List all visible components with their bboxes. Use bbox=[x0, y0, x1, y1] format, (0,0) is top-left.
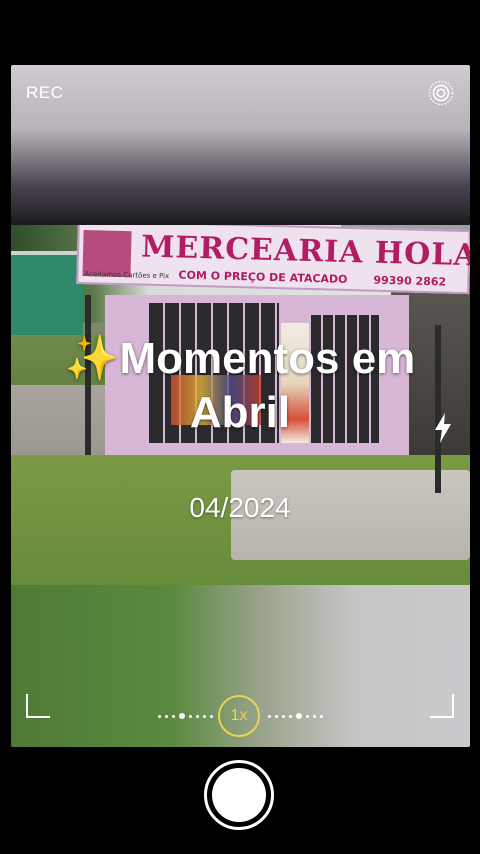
sparkles-icon: ✨ bbox=[64, 333, 120, 384]
overlay-title-line1: ✨Momentos em bbox=[0, 332, 480, 386]
shop-sign-phone: 99390 2862 bbox=[373, 273, 447, 289]
zoom-dial-right[interactable] bbox=[268, 713, 323, 719]
overlay-title-text1: Momentos em bbox=[119, 334, 416, 383]
shutter-button[interactable] bbox=[204, 760, 274, 830]
overlay-date: 04/2024 bbox=[189, 492, 291, 523]
frame-corner-bottom-right bbox=[430, 694, 454, 718]
scene-green-house bbox=[11, 255, 83, 337]
scene-blur-top bbox=[11, 65, 470, 225]
shop-sign-subtitle: COM O PREÇO DE ATACADO bbox=[178, 268, 348, 286]
shop-sign-small: Aceitamos Cartões e Pix bbox=[84, 270, 170, 281]
shop-sign: MERCEARIA HOLANDA Aceitamos Cartões e Pi… bbox=[76, 219, 470, 295]
live-photo-icon[interactable] bbox=[428, 80, 454, 106]
zoom-dial-left[interactable] bbox=[158, 713, 213, 719]
overlay-title: ✨Momentos em Abril bbox=[0, 332, 480, 440]
zoom-button[interactable]: 1x bbox=[218, 695, 260, 737]
shutter-button-inner[interactable] bbox=[212, 768, 266, 822]
overlay-title-line2: Abril bbox=[189, 388, 291, 437]
frame-corner-bottom-left bbox=[26, 694, 50, 718]
rec-indicator: REC bbox=[26, 83, 64, 102]
